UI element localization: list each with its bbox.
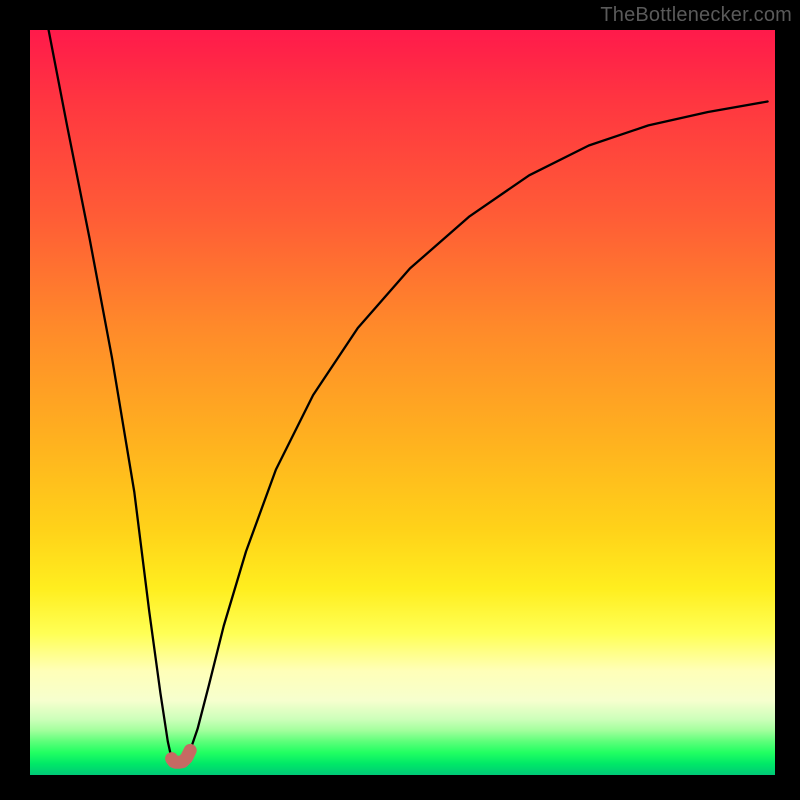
chart-frame: TheBottlenecker.com bbox=[0, 0, 800, 800]
bottleneck-curve bbox=[49, 30, 768, 762]
plot-area bbox=[30, 30, 775, 775]
chart-svg bbox=[30, 30, 775, 775]
optimal-marker bbox=[172, 750, 191, 762]
watermark-text: TheBottlenecker.com bbox=[600, 4, 792, 27]
